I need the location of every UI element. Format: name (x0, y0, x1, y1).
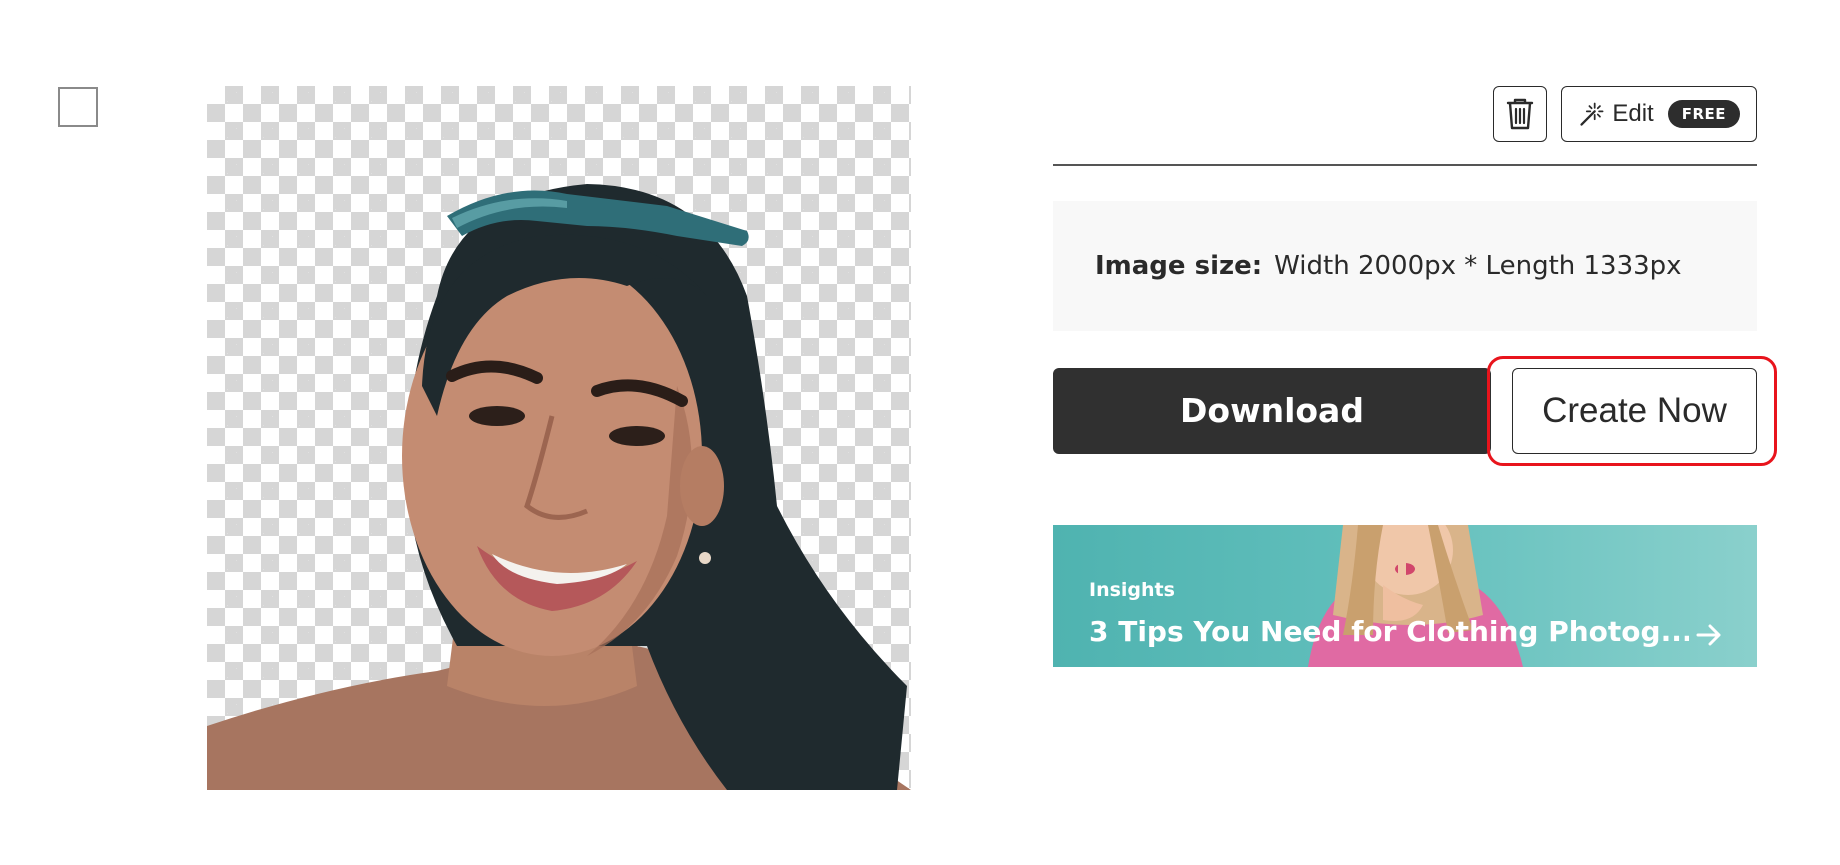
banner-title: 3 Tips You Need for Clothing Photog... (1089, 614, 1689, 648)
delete-button[interactable] (1493, 86, 1547, 142)
create-now-button[interactable]: Create Now (1512, 367, 1757, 454)
cutout-portrait (207, 184, 911, 790)
download-button[interactable]: Download (1053, 367, 1491, 454)
result-toolbar: Edit FREE (1053, 86, 1757, 142)
divider (1053, 164, 1757, 166)
free-badge: FREE (1667, 100, 1740, 128)
action-buttons: Download Create Now (1053, 355, 1777, 466)
image-size-value: Width 2000px * Length 1333px (1274, 250, 1682, 281)
image-preview (207, 86, 911, 790)
banner-kicker: Insights (1089, 578, 1175, 601)
arrow-right-icon[interactable] (1695, 621, 1723, 649)
select-checkbox[interactable] (58, 87, 98, 127)
image-size-info: Image size: Width 2000px * Length 1333px (1053, 200, 1757, 331)
image-size-label: Image size: (1095, 250, 1263, 281)
insights-banner[interactable]: Insights 3 Tips You Need for Clothing Ph… (1053, 524, 1757, 667)
trash-icon (1506, 98, 1534, 130)
magic-wand-icon (1580, 102, 1604, 126)
result-page: Edit FREE Image size: Width 2000px * Len… (0, 0, 1840, 865)
edit-button[interactable]: Edit FREE (1561, 86, 1757, 142)
result-panel: Edit FREE Image size: Width 2000px * Len… (1053, 86, 1777, 667)
edit-label: Edit (1612, 100, 1654, 127)
